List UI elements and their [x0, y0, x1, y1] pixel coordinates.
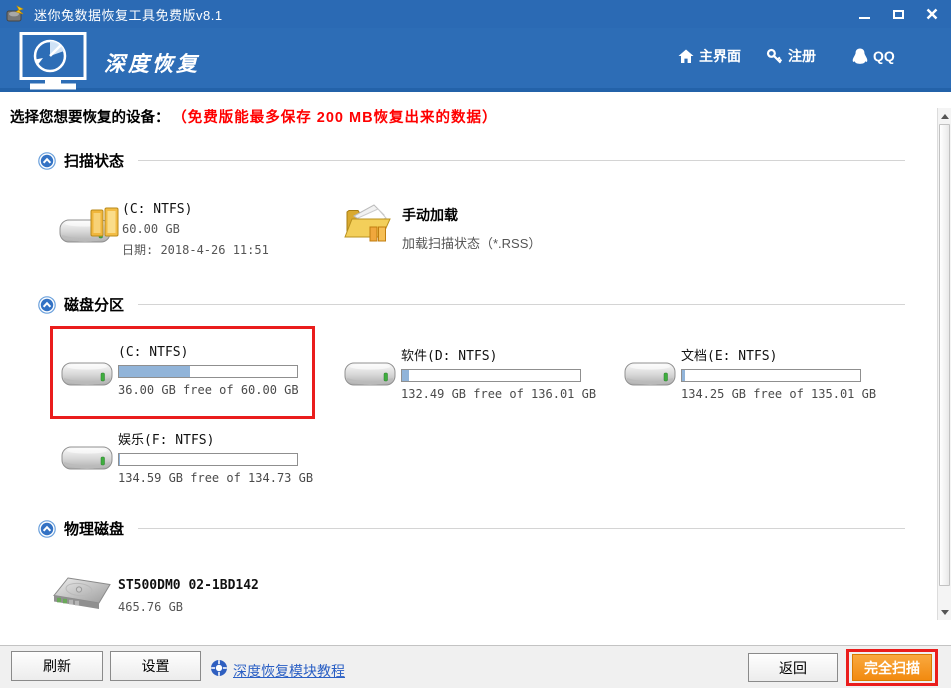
- section-physical-disks: 物理磁盘: [38, 518, 905, 539]
- close-icon: [926, 8, 938, 20]
- collapse-chevron-icon[interactable]: [38, 295, 56, 314]
- collapse-chevron-icon[interactable]: [38, 519, 56, 538]
- partition-free-space: 134.59 GB free of 134.73 GB: [118, 471, 314, 485]
- open-folder-icon: [344, 202, 392, 249]
- module-title: 深度恢复: [104, 53, 200, 76]
- full-scan-button[interactable]: 完全扫描: [852, 654, 932, 681]
- scan-folders-icon: [90, 206, 120, 243]
- refresh-button[interactable]: 刷新: [11, 651, 103, 681]
- deep-recovery-logo-icon: [14, 32, 92, 95]
- partition-free-space: 36.00 GB free of 60.00 GB: [118, 383, 299, 397]
- partition-usage-fill: [682, 370, 685, 381]
- minimize-button[interactable]: [851, 2, 877, 26]
- partition-item-d[interactable]: 软件(D: NTFS) 132.49 GB free of 136.01 GB: [343, 340, 615, 420]
- partition-usage-bar: [401, 369, 581, 382]
- header-band: 深度恢复 主界面 注册 QQ: [0, 28, 951, 92]
- arrow-up-icon: [940, 113, 949, 119]
- vertical-scrollbar[interactable]: [937, 108, 951, 620]
- partition-usage-fill: [119, 366, 191, 377]
- footer-bar: 刷新 设置 深度恢复模块教程 返回 完全扫描: [0, 645, 951, 688]
- manual-load-subtitle: 加载扫描状态（*.RSS）: [402, 236, 542, 251]
- partition-item-f[interactable]: 娱乐(F: NTFS) 134.59 GB free of 134.73 GB: [60, 424, 332, 504]
- device-select-notice: 选择您想要恢复的设备： （免费版能最多保存 200 MB恢复出来的数据）: [10, 106, 498, 127]
- drive-icon: [60, 356, 114, 397]
- physical-disk-model: ST500DM0 02-1BD142: [118, 578, 259, 593]
- nav-label: 注册: [788, 48, 816, 64]
- saved-scan-name: (C: NTFS): [122, 202, 193, 217]
- scrollbar-thumb[interactable]: [939, 124, 950, 586]
- physical-disk-size: 465.76 GB: [118, 600, 184, 614]
- scroll-down-button[interactable]: [938, 604, 951, 620]
- help-ring-icon: [210, 659, 228, 682]
- free-version-warning: （免费版能最多保存 200 MB恢复出来的数据）: [179, 110, 498, 126]
- physical-disk-item[interactable]: ST500DM0 02-1BD142 465.76 GB: [52, 572, 352, 622]
- partition-usage-bar: [118, 365, 298, 378]
- maximize-button[interactable]: [885, 2, 911, 26]
- saved-scan-size: 60.00 GB: [122, 222, 180, 236]
- drive-icon: [343, 356, 397, 397]
- partition-usage-bar: [118, 453, 298, 466]
- hdd-icon: [52, 574, 116, 623]
- saved-scan-date: 日期: 2018-4-26 11:51: [122, 243, 269, 257]
- nav-label: QQ: [873, 48, 895, 64]
- notice-prompt: 选择您想要恢复的设备：: [10, 110, 170, 126]
- scroll-up-button[interactable]: [938, 108, 951, 124]
- partition-free-space: 134.25 GB free of 135.01 GB: [681, 387, 877, 401]
- section-title: 物理磁盘: [64, 521, 125, 538]
- maximize-icon: [892, 9, 904, 19]
- nav-register[interactable]: 注册: [766, 44, 816, 68]
- window-title: 迷你兔数据恢复工具免费版v8.1: [34, 7, 223, 23]
- home-icon: [678, 49, 694, 63]
- manual-load-item[interactable]: 手动加载 加载扫描状态（*.RSS）: [344, 202, 624, 254]
- section-divider: [138, 304, 905, 305]
- partition-name: 软件(D: NTFS): [401, 349, 498, 364]
- section-title: 扫描状态: [64, 153, 125, 170]
- partition-free-space: 132.49 GB free of 136.01 GB: [401, 387, 597, 401]
- nav-main-interface[interactable]: 主界面: [678, 44, 741, 68]
- section-scan-status: 扫描状态: [38, 150, 905, 171]
- section-disk-partitions: 磁盘分区: [38, 294, 905, 315]
- title-bar: 迷你兔数据恢复工具免费版v8.1: [0, 0, 951, 28]
- partition-item-c[interactable]: (C: NTFS) 36.00 GB free of 60.00 GB: [60, 340, 332, 420]
- partition-name: (C: NTFS): [118, 345, 189, 360]
- minimize-icon: [858, 17, 870, 19]
- settings-button[interactable]: 设置: [110, 651, 201, 681]
- section-divider: [138, 160, 905, 161]
- nav-qq[interactable]: QQ: [852, 44, 895, 68]
- close-button[interactable]: [919, 2, 945, 26]
- back-button[interactable]: 返回: [748, 653, 838, 682]
- partition-name: 文档(E: NTFS): [681, 349, 778, 364]
- partition-item-e[interactable]: 文档(E: NTFS) 134.25 GB free of 135.01 GB: [623, 340, 895, 420]
- key-icon: [766, 48, 783, 63]
- section-divider: [138, 528, 905, 529]
- nav-label: 主界面: [699, 48, 741, 64]
- saved-scan-item[interactable]: (C: NTFS) 60.00 GB 日期: 2018-4-26 11:51: [58, 198, 338, 257]
- partition-usage-fill: [402, 370, 410, 381]
- partition-usage-fill: [119, 454, 121, 465]
- drive-icon: [60, 440, 114, 481]
- arrow-down-icon: [940, 609, 949, 615]
- drive-icon: [623, 356, 677, 397]
- manual-load-title: 手动加载: [402, 207, 458, 223]
- tutorial-link[interactable]: 深度恢复模块教程: [233, 661, 345, 681]
- qq-icon: [852, 48, 868, 64]
- collapse-chevron-icon[interactable]: [38, 151, 56, 170]
- partition-name: 娱乐(F: NTFS): [118, 433, 215, 448]
- partition-usage-bar: [681, 369, 861, 382]
- section-title: 磁盘分区: [64, 297, 125, 314]
- app-icon: [6, 4, 26, 24]
